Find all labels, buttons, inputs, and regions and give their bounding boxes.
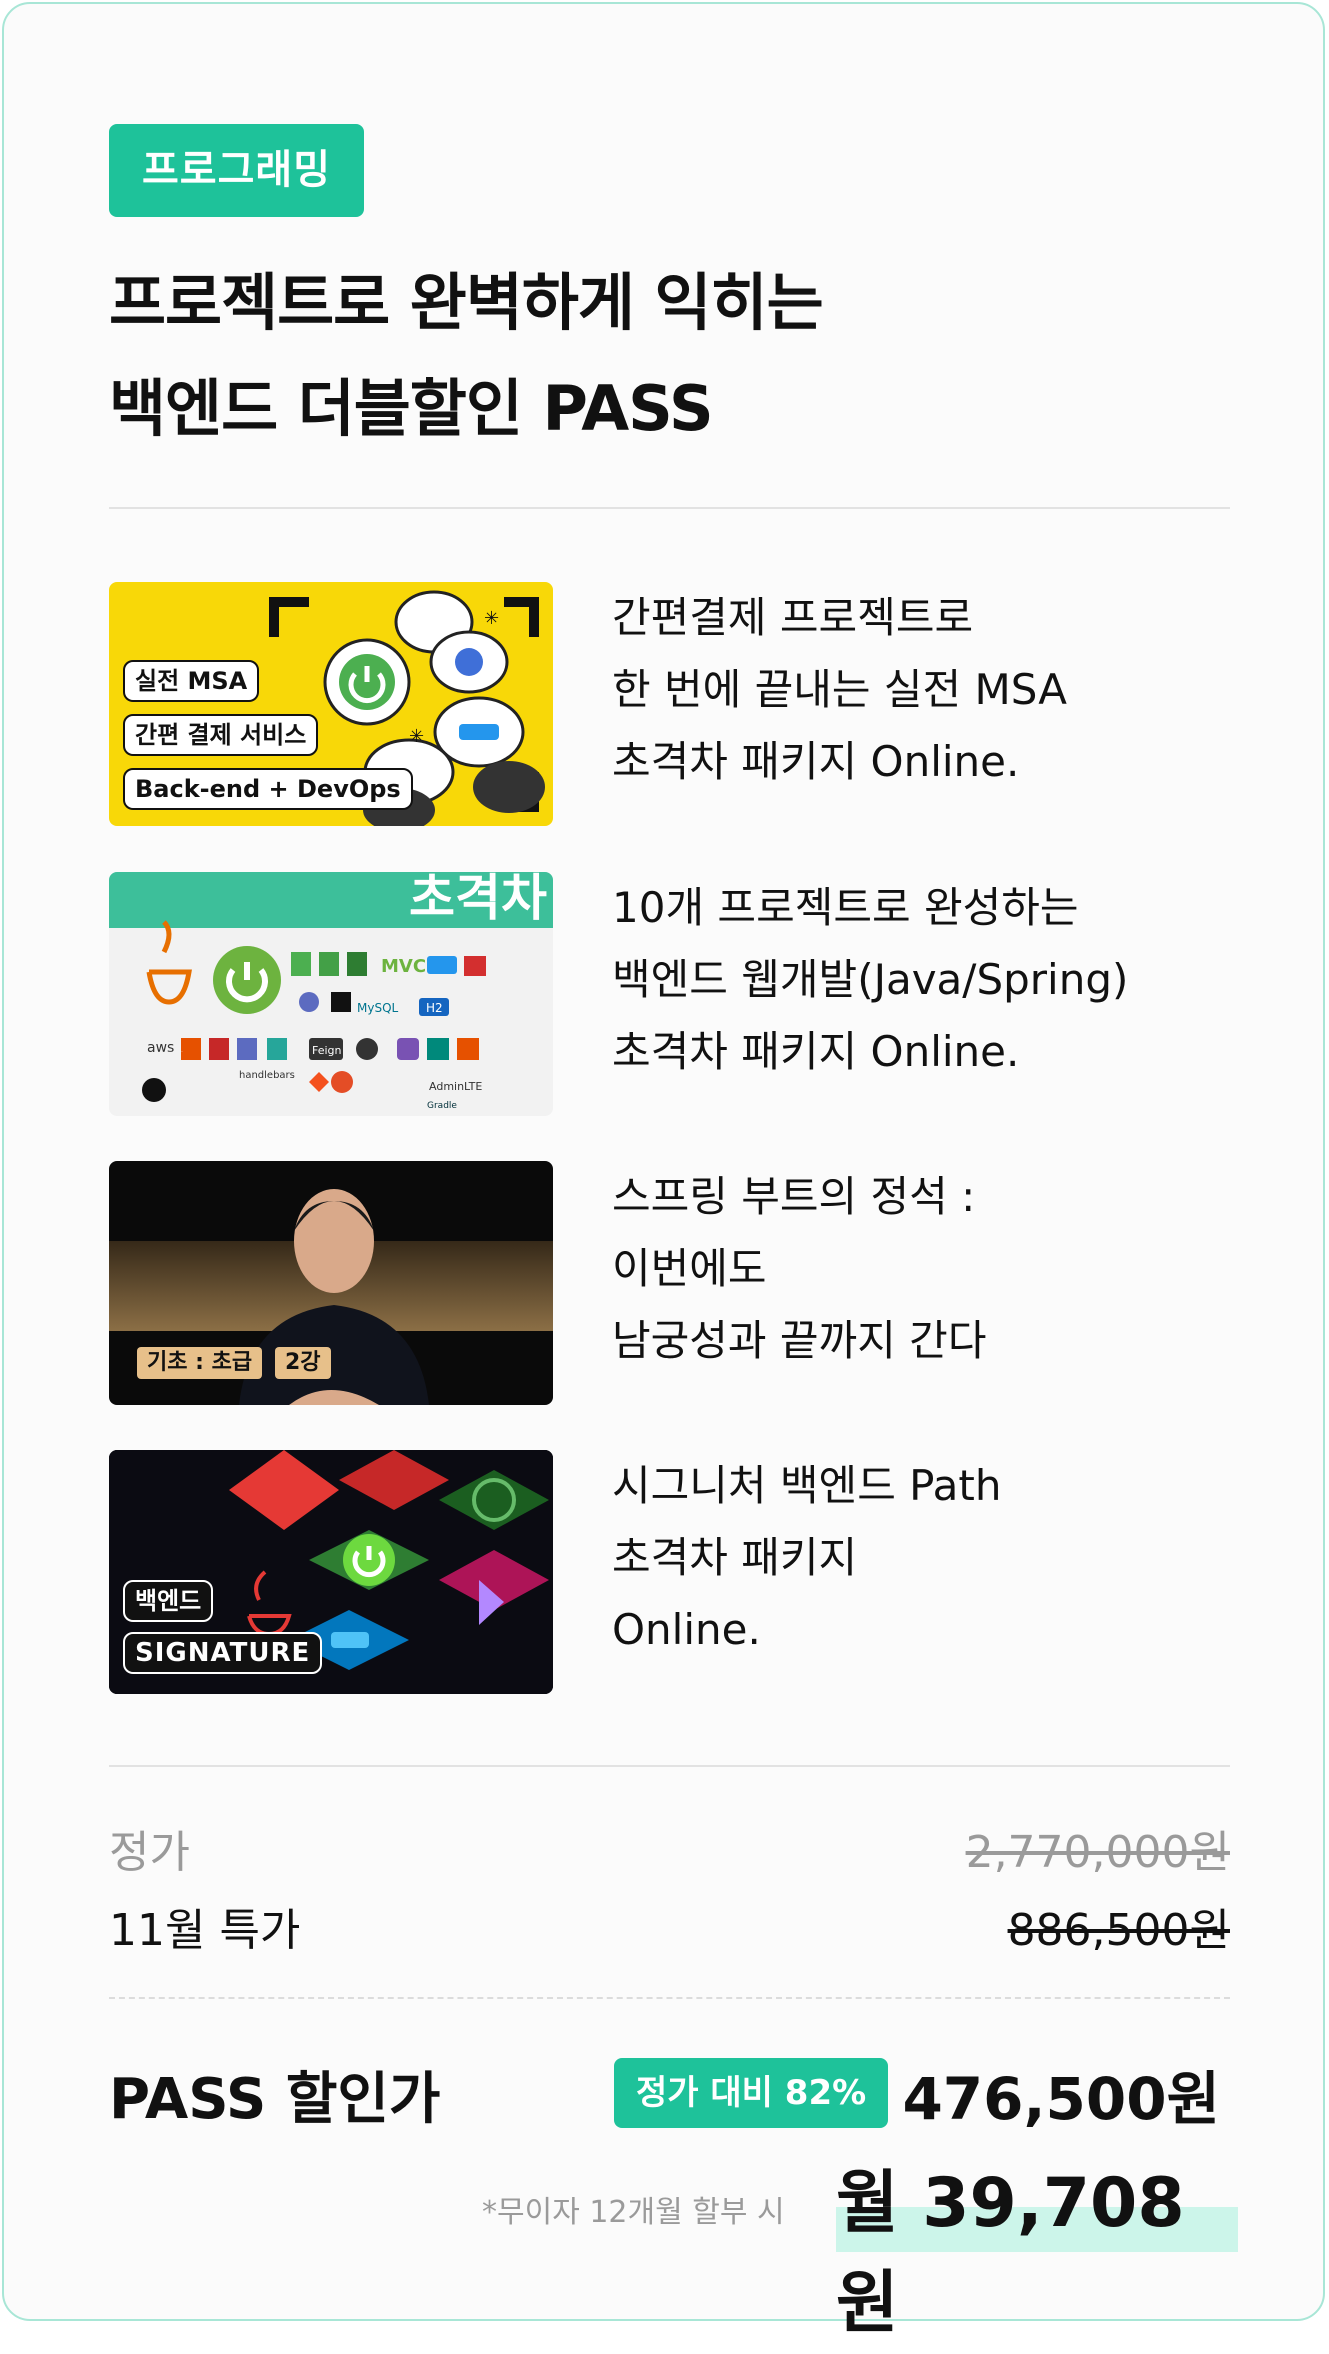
desc-line: 초격차 패키지 Online. (612, 1027, 1020, 1076)
monthly-price-value: 월 39,708원 (836, 2164, 1185, 2343)
course-description: 시그니처 백엔드 Path 초격차 패키지 Online. (612, 1450, 1212, 1666)
tech-stack-icons: MVC H2 MySQL aws Feign handlebars AdminL… (142, 920, 486, 1111)
regular-price-row: 정가 2,770,000원 (109, 1816, 1230, 1878)
svg-text:AdminLTE: AdminLTE (429, 1080, 482, 1093)
course-thumbnail: 백엔드 SIGNATURE (109, 1450, 553, 1694)
thumb-label: SIGNATURE (123, 1632, 323, 1674)
course-description: 스프링 부트의 정석 : 이번에도 남궁성과 끝까지 간다 (612, 1161, 1212, 1377)
title-line-2: 백엔드 더블할인 PASS (109, 372, 714, 445)
svg-text:H2: H2 (426, 1001, 443, 1015)
category-tag: 프로그래밍 (109, 124, 364, 217)
special-price-label: 11월 특가 (109, 1905, 301, 1956)
course-description: 10개 프로젝트로 완성하는 백엔드 웹개발(Java/Spring) 초격차 … (612, 872, 1212, 1088)
thumb-label: 2강 (275, 1347, 331, 1379)
svg-text:Gradle: Gradle (427, 1101, 457, 1111)
pass-card[interactable]: 프로그래밍 프로젝트로 완벽하게 익히는 백엔드 더블할인 PASS ✳ ✳ 실… (2, 2, 1325, 2343)
course-description: 간편결제 프로젝트로 한 번에 끝내는 실전 MSA 초격차 패키지 Onlin… (612, 582, 1212, 798)
pass-price-label: PASS 할인가 (109, 2067, 441, 2132)
desc-line: 시그니처 백엔드 Path (612, 1461, 1002, 1510)
course-item[interactable]: 백엔드 SIGNATURE 시그니처 백엔드 Path 초격차 패키지 Onli… (109, 1450, 1230, 1694)
thumb-label: 백엔드 (123, 1580, 214, 1622)
thumb-label: 기초 : 초급 (137, 1347, 263, 1379)
svg-text:handlebars: handlebars (239, 1070, 295, 1081)
svg-text:✳: ✳ (409, 726, 424, 747)
pricing-divider (109, 1765, 1230, 1767)
pass-price-value: 476,500원 (902, 2065, 1220, 2133)
regular-price-label: 정가 (109, 1827, 190, 1878)
course-item[interactable]: 초격차 MVC H2 MySQL aws Feign handlebars Ad… (109, 872, 1230, 1116)
svg-text:aws: aws (147, 1040, 174, 1056)
desc-line: 한 번에 끝내는 실전 MSA (612, 665, 1067, 714)
desc-line: 남궁성과 끝까지 간다 (612, 1316, 987, 1365)
course-item[interactable]: ✳ ✳ 실전 MSA 간편 결제 서비스 Back-end + DevOps 간… (109, 582, 1230, 826)
desc-line: 간편결제 프로젝트로 (612, 593, 974, 642)
course-thumbnail: ✳ ✳ 실전 MSA 간편 결제 서비스 Back-end + DevOps (109, 582, 553, 826)
thumb-label: Back-end + DevOps (123, 768, 413, 810)
thumb-label: 간편 결제 서비스 (123, 714, 319, 756)
special-price-row: 11월 특가 886,500원 (109, 1894, 1230, 1956)
course-thumbnail: 초격차 MVC H2 MySQL aws Feign handlebars Ad… (109, 872, 553, 1116)
svg-text:✳: ✳ (484, 608, 499, 629)
desc-line: 스프링 부트의 정석 : (612, 1172, 976, 1221)
desc-line: 10개 프로젝트로 완성하는 (612, 883, 1079, 932)
svg-text:Feign: Feign (312, 1044, 342, 1057)
desc-line: 초격차 패키지 Online. (612, 737, 1020, 786)
top-divider (109, 507, 1230, 509)
course-thumbnail: 기초 : 초급 2강 (109, 1161, 553, 1405)
thumb-label: 실전 MSA (123, 660, 260, 702)
svg-text:MySQL: MySQL (357, 1001, 399, 1015)
desc-line: 백엔드 웹개발(Java/Spring) (612, 955, 1129, 1004)
pass-title: 프로젝트로 완벽하게 익히는 백엔드 더블할인 PASS (109, 250, 1229, 462)
svg-text:MVC: MVC (381, 956, 426, 977)
installment-note: *무이자 12개월 할부 시 (482, 2195, 785, 2230)
special-price-value: 886,500원 (1007, 1905, 1230, 1956)
title-line-1: 프로젝트로 완벽하게 익히는 (109, 266, 824, 339)
discount-badge: 정가 대비 82% (614, 2058, 889, 2128)
desc-line: 초격차 패키지 (612, 1533, 858, 1582)
course-item[interactable]: 기초 : 초급 2강 스프링 부트의 정석 : 이번에도 남궁성과 끝까지 간다 (109, 1161, 1230, 1405)
regular-price-value: 2,770,000원 (965, 1827, 1230, 1878)
dashed-divider (109, 1997, 1230, 1999)
desc-line: Online. (612, 1605, 761, 1654)
desc-line: 이번에도 (612, 1244, 767, 1293)
monthly-price: 월 39,708원 (836, 2154, 1238, 2343)
